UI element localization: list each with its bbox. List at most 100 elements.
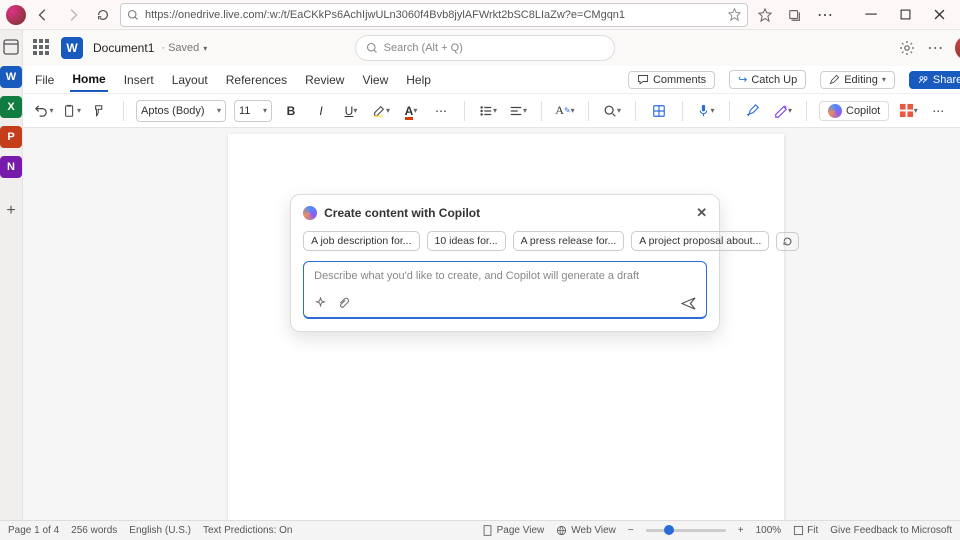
tab-home[interactable]: Home: [70, 68, 107, 92]
favorites-icon[interactable]: [752, 2, 778, 28]
zoom-in-button[interactable]: +: [738, 525, 744, 536]
tab-layout[interactable]: Layout: [170, 69, 210, 91]
share-button[interactable]: Share▾: [909, 71, 960, 89]
zoom-slider[interactable]: [646, 529, 726, 532]
tab-references[interactable]: References: [224, 69, 289, 91]
settings-gear-icon[interactable]: [899, 40, 915, 56]
forward-button[interactable]: [60, 2, 86, 28]
rail-add-icon[interactable]: +: [0, 200, 22, 222]
rail-onenote-icon[interactable]: N: [0, 156, 22, 178]
rail-word-icon[interactable]: W: [0, 66, 22, 88]
italic-button[interactable]: I: [310, 100, 332, 122]
rail-home-icon[interactable]: [0, 36, 22, 58]
paste-button[interactable]: ▾: [61, 100, 83, 122]
bold-button[interactable]: B: [280, 100, 302, 122]
rail-powerpoint-icon[interactable]: P: [0, 126, 22, 148]
fit-button[interactable]: Fit: [793, 525, 818, 536]
document-page[interactable]: Create content with Copilot ✕ A job desc…: [228, 134, 784, 520]
zoom-out-button[interactable]: −: [628, 525, 634, 536]
feedback-link[interactable]: Give Feedback to Microsoft: [830, 525, 952, 536]
save-status: · Saved: [161, 42, 199, 54]
zoom-level[interactable]: 100%: [756, 525, 782, 536]
rail-excel-icon[interactable]: X: [0, 96, 22, 118]
tab-view[interactable]: View: [360, 69, 390, 91]
copilot-button[interactable]: Copilot: [819, 101, 889, 121]
more-icon[interactable]: ⋯: [812, 2, 838, 28]
word-app: W Document1 · Saved ▾ Search (Alt + Q) ⋯…: [23, 30, 960, 520]
document-name-button[interactable]: Document1 · Saved ▾: [93, 41, 207, 55]
font-name-select[interactable]: Aptos (Body)▾: [136, 100, 226, 122]
minimize-button[interactable]: ─: [856, 2, 886, 28]
font-color-button[interactable]: A▾: [400, 100, 422, 122]
user-avatar[interactable]: [955, 36, 960, 60]
document-canvas[interactable]: Create content with Copilot ✕ A job desc…: [23, 128, 960, 520]
align-button[interactable]: ▾: [507, 100, 529, 122]
close-button[interactable]: [924, 2, 954, 28]
collections-icon[interactable]: [782, 2, 808, 28]
ribbon-more-icon[interactable]: ⋯: [927, 100, 949, 122]
app-launcher-icon[interactable]: [33, 39, 51, 57]
chip-press-release[interactable]: A press release for...: [513, 231, 625, 251]
app-siderail: W X P N +: [0, 30, 23, 520]
chevron-down-icon: ▾: [203, 44, 207, 53]
font-name-label: Aptos (Body): [141, 105, 205, 117]
status-predictions[interactable]: Text Predictions: On: [203, 525, 292, 536]
address-bar[interactable]: [120, 3, 748, 27]
ribbon: ▾ ▾ Aptos (Body)▾ 11▾ B I U▾ ▾ A▾ ⋯ ▾ ▾ …: [23, 94, 960, 128]
format-painter-button[interactable]: [89, 100, 111, 122]
highlight-button[interactable]: ▾: [370, 100, 392, 122]
search-icon: [127, 9, 139, 21]
search-placeholder: Search (Alt + Q): [384, 42, 463, 54]
copilot-icon: [303, 206, 317, 220]
status-page[interactable]: Page 1 of 4: [8, 525, 59, 536]
tab-insert[interactable]: Insert: [122, 69, 156, 91]
attachment-icon[interactable]: [337, 297, 350, 310]
close-icon[interactable]: ✕: [696, 205, 707, 221]
tab-help[interactable]: Help: [404, 69, 433, 91]
rewrite-button[interactable]: ▾: [772, 100, 794, 122]
maximize-button[interactable]: [890, 2, 920, 28]
dictate-button[interactable]: ▾: [695, 100, 717, 122]
search-icon: [366, 42, 378, 54]
designer-button[interactable]: [648, 100, 670, 122]
font-more-icon[interactable]: ⋯: [430, 100, 452, 122]
sparkle-icon[interactable]: [314, 297, 327, 310]
copilot-title: Create content with Copilot: [324, 206, 480, 220]
more-icon[interactable]: ⋯: [927, 38, 943, 58]
main-area: W X P N + W Document1 · Saved ▾ Search (…: [0, 30, 960, 520]
search-box[interactable]: Search (Alt + Q): [355, 35, 615, 61]
comments-button[interactable]: Comments: [628, 71, 715, 89]
url-input[interactable]: [145, 9, 722, 21]
send-button[interactable]: [681, 296, 696, 311]
editor-button[interactable]: [742, 100, 764, 122]
addin-grid-button[interactable]: ▾: [897, 100, 919, 122]
word-app-icon: W: [61, 37, 83, 59]
back-button[interactable]: [30, 2, 56, 28]
styles-button[interactable]: A✎▾: [554, 100, 576, 122]
status-words[interactable]: 256 words: [71, 525, 117, 536]
chip-ideas[interactable]: 10 ideas for...: [427, 231, 506, 251]
tab-file[interactable]: File: [33, 69, 56, 91]
underline-button[interactable]: U▾: [340, 100, 362, 122]
tab-review[interactable]: Review: [303, 69, 346, 91]
page-view-button[interactable]: Page View: [482, 525, 545, 536]
bullets-button[interactable]: ▾: [477, 100, 499, 122]
web-view-button[interactable]: Web View: [556, 525, 616, 536]
favorite-star-icon[interactable]: [728, 8, 741, 21]
status-language[interactable]: English (U.S.): [129, 525, 191, 536]
catchup-label: Catch Up: [751, 74, 797, 86]
chip-project-proposal[interactable]: A project proposal about...: [631, 231, 769, 251]
font-size-select[interactable]: 11▾: [234, 100, 272, 122]
copilot-prompt-box[interactable]: Describe what you'd like to create, and …: [303, 261, 707, 319]
editing-button[interactable]: Editing▾: [820, 71, 895, 89]
statusbar: Page 1 of 4 256 words English (U.S.) Tex…: [0, 520, 960, 540]
refresh-suggestions-button[interactable]: [776, 232, 799, 251]
undo-button[interactable]: ▾: [33, 100, 55, 122]
profile-picture-icon[interactable]: [6, 5, 26, 25]
copilot-label: Copilot: [846, 105, 880, 117]
chip-job-description[interactable]: A job description for...: [303, 231, 419, 251]
find-button[interactable]: ▾: [601, 100, 623, 122]
refresh-button[interactable]: [90, 2, 116, 28]
catchup-button[interactable]: ↪Catch Up: [729, 70, 806, 89]
page-view-label: Page View: [497, 525, 545, 536]
